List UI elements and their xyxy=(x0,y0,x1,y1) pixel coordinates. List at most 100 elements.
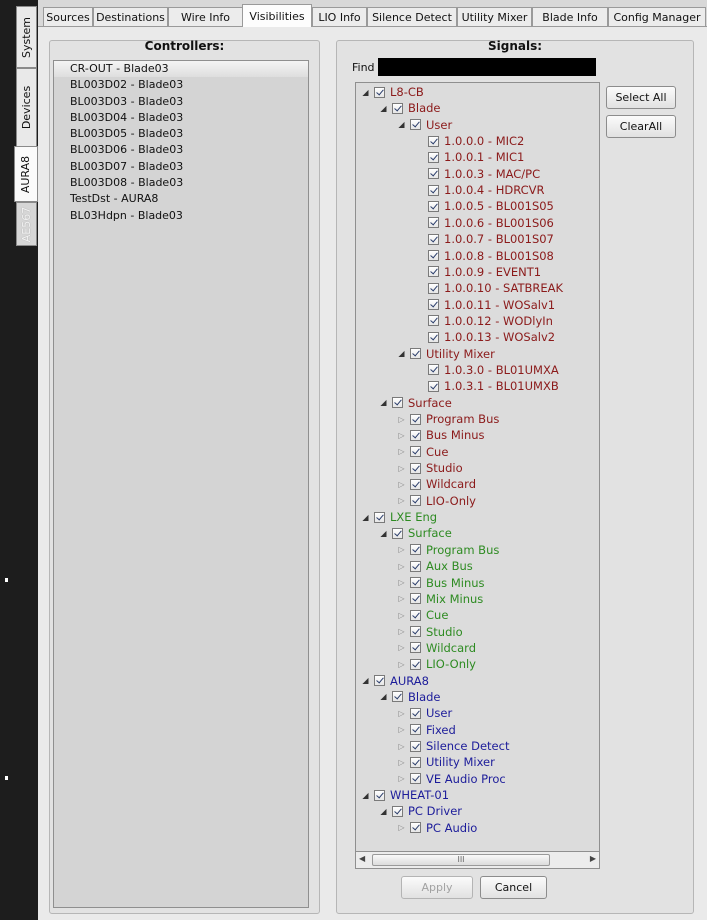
tree-node[interactable]: ▷ Aux Bus xyxy=(396,558,472,574)
side-tab-ae567[interactable]: AE567 xyxy=(16,202,37,246)
controllers-list[interactable]: CR-OUT - Blade03 BL003D02 - Blade03 BL00… xyxy=(53,60,309,908)
signal-checkbox[interactable] xyxy=(428,282,439,294)
signal-checkbox[interactable] xyxy=(392,527,403,539)
collapse-arrow-icon[interactable]: ▷ xyxy=(396,496,407,505)
controller-item[interactable]: BL003D06 - Blade03 xyxy=(54,142,308,158)
tree-node[interactable]: ▷ PC Audio xyxy=(396,820,477,836)
signal-checkbox[interactable] xyxy=(410,429,421,441)
tree-node[interactable]: ▷ Program Bus xyxy=(396,542,499,558)
tree-node[interactable]: ▷ Wildcard xyxy=(396,476,476,492)
tree-node[interactable]: ▷ Cue xyxy=(396,444,448,460)
tree-node[interactable]: ◢ Utility Mixer xyxy=(396,346,494,362)
expand-arrow-icon[interactable]: ◢ xyxy=(360,676,371,685)
signal-checkbox[interactable] xyxy=(410,462,421,474)
signal-checkbox[interactable] xyxy=(428,233,439,245)
controller-item[interactable]: BL003D04 - Blade03 xyxy=(54,110,308,126)
signal-checkbox[interactable] xyxy=(410,609,421,621)
tree-node[interactable]: 1.0.0.3 - MAC/PC xyxy=(414,166,540,182)
tree-node[interactable]: ▷ Silence Detect xyxy=(396,738,509,754)
collapse-arrow-icon[interactable]: ▷ xyxy=(396,578,407,587)
collapse-arrow-icon[interactable]: ▷ xyxy=(396,758,407,767)
signal-checkbox[interactable] xyxy=(410,348,421,360)
controller-item[interactable]: BL003D05 - Blade03 xyxy=(54,126,308,142)
tab-utility-mixer[interactable]: Utility Mixer xyxy=(457,7,532,26)
tree-node[interactable]: ◢ LXE Eng xyxy=(360,509,437,525)
expand-arrow-icon[interactable]: ◢ xyxy=(378,398,389,407)
scroll-left-icon[interactable]: ◀ xyxy=(359,854,365,863)
signal-checkbox[interactable] xyxy=(374,511,385,523)
side-tab-aura8[interactable]: AURA8 xyxy=(14,146,38,202)
cancel-button[interactable]: Cancel xyxy=(480,876,547,899)
signal-checkbox[interactable] xyxy=(410,707,421,719)
expand-arrow-icon[interactable]: ◢ xyxy=(360,88,371,97)
tree-node[interactable]: ▷ Bus Minus xyxy=(396,427,484,443)
signal-checkbox[interactable] xyxy=(428,380,439,392)
collapse-arrow-icon[interactable]: ▷ xyxy=(396,725,407,734)
collapse-arrow-icon[interactable]: ▷ xyxy=(396,594,407,603)
signal-checkbox[interactable] xyxy=(428,266,439,278)
tree-node[interactable]: 1.0.0.4 - HDRCVR xyxy=(414,182,545,198)
tree-node[interactable]: 1.0.0.11 - WOSalv1 xyxy=(414,297,555,313)
scroll-right-icon[interactable]: ▶ xyxy=(590,854,596,863)
collapse-arrow-icon[interactable]: ▷ xyxy=(396,415,407,424)
tree-node[interactable]: ◢ PC Driver xyxy=(378,803,462,819)
collapse-arrow-icon[interactable]: ▷ xyxy=(396,742,407,751)
collapse-arrow-icon[interactable]: ▷ xyxy=(396,627,407,636)
collapse-arrow-icon[interactable]: ▷ xyxy=(396,643,407,652)
tree-node[interactable]: 1.0.3.1 - BL01UMXB xyxy=(414,378,559,394)
clear-all-button[interactable]: ClearAll xyxy=(606,115,676,138)
signal-checkbox[interactable] xyxy=(392,805,403,817)
signal-checkbox[interactable] xyxy=(410,478,421,490)
tree-node[interactable]: 1.0.0.8 - BL001S08 xyxy=(414,248,554,264)
tab-lio-info[interactable]: LIO Info xyxy=(312,7,367,26)
signal-checkbox[interactable] xyxy=(410,544,421,556)
signals-tree[interactable]: ◢ L8-CB ◢ Blade ◢ User 1.0.0.0 - MIC2 1.0.0.1 -… xyxy=(355,82,600,869)
signal-checkbox[interactable] xyxy=(410,413,421,425)
tree-node[interactable]: ◢ L8-CB xyxy=(360,84,423,100)
collapse-arrow-icon[interactable]: ▷ xyxy=(396,545,407,554)
collapse-arrow-icon[interactable]: ▷ xyxy=(396,709,407,718)
signal-checkbox[interactable] xyxy=(410,773,421,785)
signal-checkbox[interactable] xyxy=(374,789,385,801)
tree-node[interactable]: ◢ WHEAT-01 xyxy=(360,787,449,803)
signal-checkbox[interactable] xyxy=(410,446,421,458)
tree-node[interactable]: 1.0.0.1 - MIC1 xyxy=(414,149,524,165)
signal-checkbox[interactable] xyxy=(410,495,421,507)
signal-checkbox[interactable] xyxy=(428,217,439,229)
tree-node[interactable]: 1.0.0.7 - BL001S07 xyxy=(414,231,554,247)
expand-arrow-icon[interactable]: ◢ xyxy=(396,349,407,358)
expand-arrow-icon[interactable]: ◢ xyxy=(360,791,371,800)
signal-checkbox[interactable] xyxy=(410,756,421,768)
apply-button[interactable]: Apply xyxy=(401,876,473,899)
tree-horizontal-scrollbar[interactable]: ◀ III ▶ xyxy=(355,851,600,869)
signal-checkbox[interactable] xyxy=(410,119,421,131)
collapse-arrow-icon[interactable]: ▷ xyxy=(396,464,407,473)
tree-node[interactable]: ◢ AURA8 xyxy=(360,673,429,689)
controller-item[interactable]: BL003D02 - Blade03 xyxy=(54,77,308,93)
signal-checkbox[interactable] xyxy=(410,593,421,605)
signal-checkbox[interactable] xyxy=(410,642,421,654)
signal-checkbox[interactable] xyxy=(392,102,403,114)
expand-arrow-icon[interactable]: ◢ xyxy=(378,807,389,816)
signal-checkbox[interactable] xyxy=(392,691,403,703)
tab-silence-detect[interactable]: Silence Detect xyxy=(367,7,457,26)
collapse-arrow-icon[interactable]: ▷ xyxy=(396,431,407,440)
signal-checkbox[interactable] xyxy=(428,331,439,343)
tree-node[interactable]: ◢ Surface xyxy=(378,395,451,411)
tree-node[interactable]: 1.0.0.9 - EVENT1 xyxy=(414,264,541,280)
tree-node[interactable]: ◢ Blade xyxy=(378,100,440,116)
signal-checkbox[interactable] xyxy=(410,822,421,834)
tree-node[interactable]: 1.0.0.13 - WOSalv2 xyxy=(414,329,555,345)
signal-checkbox[interactable] xyxy=(428,135,439,147)
signal-checkbox[interactable] xyxy=(428,200,439,212)
tab-visibilities[interactable]: Visibilities xyxy=(242,4,312,27)
signal-checkbox[interactable] xyxy=(428,151,439,163)
signal-checkbox[interactable] xyxy=(410,577,421,588)
tab-config-manager[interactable]: Config Manager xyxy=(608,7,706,26)
tree-node[interactable]: 1.0.0.10 - SATBREAK xyxy=(414,280,563,296)
tree-node[interactable]: ▷ LIO-Only xyxy=(396,656,476,672)
tree-node[interactable]: ◢ Blade xyxy=(378,689,440,705)
scroll-thumb[interactable]: III xyxy=(372,854,550,866)
tree-node[interactable]: ▷ Program Bus xyxy=(396,411,499,427)
signal-checkbox[interactable] xyxy=(428,299,439,311)
